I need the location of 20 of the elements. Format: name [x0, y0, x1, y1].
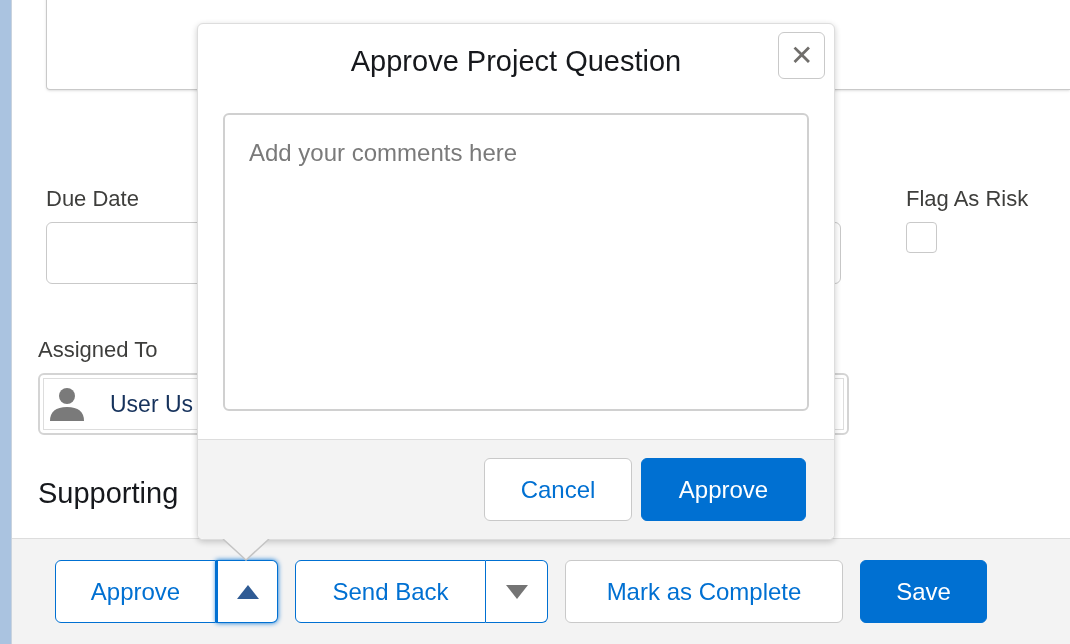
checkbox[interactable]	[906, 222, 937, 253]
cancel-button[interactable]: Cancel	[484, 458, 632, 521]
close-button[interactable]: ✕	[778, 32, 825, 79]
section-heading: Supporting	[38, 476, 179, 510]
caret-up-icon	[236, 584, 259, 599]
user-name: User Us	[110, 389, 194, 419]
action-button[interactable]: Mark as Complete	[565, 560, 843, 623]
field-label: Due Date	[46, 186, 140, 212]
user-icon	[48, 385, 86, 423]
caret-down-icon	[505, 584, 528, 599]
action-button[interactable]: Send Back	[295, 560, 486, 623]
field-label: Flag As Risk	[906, 186, 1029, 212]
comment-field[interactable]: Add your comments here	[223, 113, 809, 411]
field-label: Assigned To	[38, 337, 159, 363]
save-button[interactable]: Save	[860, 560, 987, 623]
approve-button[interactable]: Approve	[641, 458, 806, 521]
popover-title: Approve Project Question	[350, 43, 682, 79]
dropdown-toggle-button[interactable]	[216, 560, 278, 623]
dropdown-toggle-button[interactable]	[486, 560, 548, 623]
action-button[interactable]: Approve	[55, 560, 216, 623]
